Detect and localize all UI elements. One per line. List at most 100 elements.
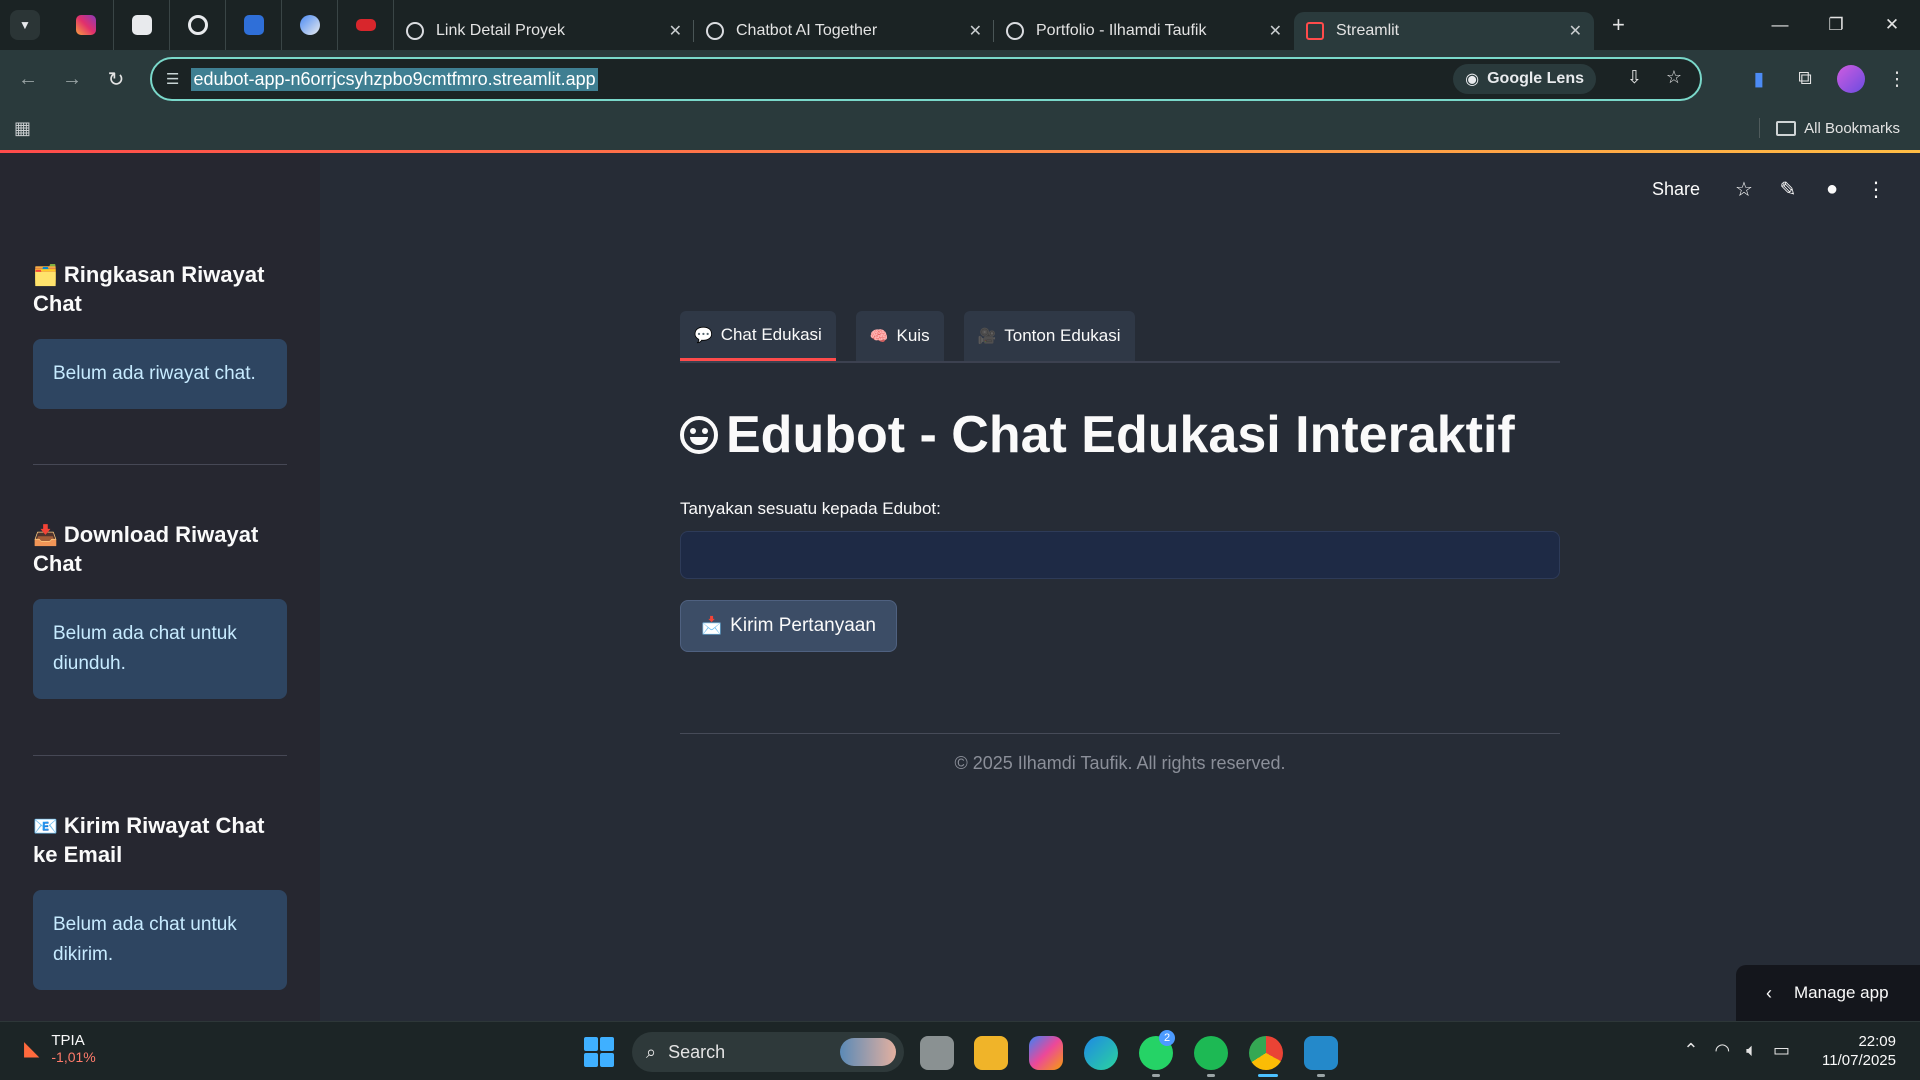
install-app-icon[interactable]: ⇩ (1627, 67, 1642, 88)
clock[interactable]: 22:09 11/07/2025 (1822, 1032, 1896, 1070)
tab-chat-edukasi[interactable]: 💬 Chat Edukasi (680, 311, 836, 361)
running-indicator (1317, 1074, 1325, 1077)
pinned-tab-instagram[interactable] (58, 0, 114, 50)
send-question-button[interactable]: 📩 Kirim Pertanyaan (680, 600, 897, 652)
question-input-label: Tanyakan sesuatu kepada Edubot: (680, 499, 941, 518)
share-button[interactable]: Share (1652, 179, 1700, 200)
edit-icon[interactable]: ✎ (1766, 177, 1810, 202)
email-icon: 📧 (33, 816, 58, 838)
edge-icon[interactable] (1084, 1036, 1118, 1070)
windows-logo-icon (600, 1037, 614, 1051)
video-camera-icon: 🎥 (977, 328, 997, 345)
minimize-icon[interactable]: — (1752, 0, 1808, 50)
bookmarks-bar: ▦ All Bookmarks (0, 108, 1920, 150)
pinned-tab-crown[interactable] (338, 0, 394, 50)
tab-streamlit[interactable]: Streamlit ✕ (1294, 12, 1594, 50)
wifi-icon[interactable]: ◠ (1714, 1040, 1730, 1061)
start-button[interactable] (584, 1037, 614, 1067)
globe-icon (1006, 22, 1024, 40)
notification-badge: 2 (1159, 1030, 1175, 1046)
question-input[interactable] (680, 531, 1560, 579)
back-button[interactable]: ← (6, 59, 50, 99)
forward-button[interactable]: → (50, 59, 94, 99)
manage-app-button[interactable]: ‹ Manage app (1736, 965, 1920, 1021)
close-icon[interactable]: ✕ (669, 21, 682, 41)
stock-change: -1,01% (51, 1049, 96, 1065)
info-alert: Belum ada chat untuk diunduh. (33, 599, 287, 699)
site-info-icon[interactable]: ☰ (166, 70, 179, 88)
github-icon[interactable]: ● (1810, 178, 1854, 201)
tab-kuis[interactable]: 🧠 Kuis (855, 311, 944, 361)
main-content: Share ☆ ✎ ● ⋮ 💬 Chat Edukasi 🧠 Kuis 🎥 To… (320, 153, 1920, 1021)
stock-chart-icon: ◣ (24, 1038, 40, 1060)
close-icon[interactable]: ✕ (969, 21, 982, 41)
arrow-right-icon: → (62, 67, 82, 90)
inbox-icon: 📥 (33, 525, 58, 547)
stock-name: TPIA (51, 1032, 85, 1049)
task-view-icon[interactable] (920, 1036, 954, 1070)
toolbar-right: ▮ ⧉ ⋮ (1736, 50, 1920, 108)
send-question-label: Kirim Pertanyaan (730, 615, 876, 636)
vscode-icon[interactable] (1304, 1036, 1338, 1070)
all-bookmarks-button[interactable]: All Bookmarks (1759, 118, 1900, 138)
tab-title: Link Detail Proyek (436, 22, 565, 39)
taskbar-search[interactable]: ⌕ Search (632, 1032, 904, 1072)
copilot-icon[interactable] (1029, 1036, 1063, 1070)
tab-search-button[interactable]: ▼ (10, 10, 40, 40)
url-text[interactable]: edubot-app-n6orrjcsyhzpbo9cmtfmro.stream… (191, 67, 598, 91)
all-bookmarks-label: All Bookmarks (1804, 119, 1900, 137)
streamlit-icon (1306, 22, 1324, 40)
reload-button[interactable]: ↻ (94, 59, 138, 99)
extension-doc-icon[interactable]: ▮ (1736, 68, 1782, 91)
extensions-icon[interactable]: ⧉ (1782, 68, 1828, 90)
tab-link-detail-proyek[interactable]: Link Detail Proyek ✕ (394, 12, 694, 50)
battery-icon[interactable]: ▭ (1773, 1040, 1790, 1061)
close-icon[interactable]: ✕ (1269, 21, 1282, 41)
more-menu-icon[interactable]: ⋮ (1854, 177, 1898, 202)
chevron-up-icon[interactable]: ⌃ (1683, 1040, 1698, 1061)
chrome-icon[interactable] (1249, 1036, 1283, 1070)
pinned-tabs (58, 0, 394, 50)
address-bar[interactable]: ☰ edubot-app-n6orrjcsyhzpbo9cmtfmro.stre… (150, 57, 1702, 101)
windows-taskbar: ◣ TPIA -1,01% ⌕ Search 2 ⌃ ◠ 🔈︎ ▭ 22:09 … (0, 1021, 1920, 1080)
new-tab-button[interactable]: + (1612, 12, 1625, 38)
file-explorer-icon[interactable] (974, 1036, 1008, 1070)
tab-tonton-edukasi[interactable]: 🎥 Tonton Edukasi (963, 311, 1135, 361)
bookmark-star-icon[interactable]: ☆ (1666, 67, 1682, 88)
apps-grid-icon[interactable]: ▦ (14, 118, 31, 139)
sidebar-divider (33, 755, 287, 756)
running-indicator (1207, 1074, 1215, 1077)
close-icon[interactable]: ✕ (1569, 21, 1582, 41)
close-window-icon[interactable]: ✕ (1864, 0, 1920, 50)
tab-portfolio[interactable]: Portfolio - Ilhamdi Taufik ✕ (994, 12, 1294, 50)
tab-label: Kuis (896, 326, 930, 345)
browser-toolbar: ← → ↻ ☰ edubot-app-n6orrjcsyhzpbo9cmtfmr… (0, 50, 1920, 108)
google-lens-label: Google Lens (1487, 70, 1584, 87)
stock-widget[interactable]: ◣ TPIA -1,01% (24, 1032, 96, 1065)
star-icon[interactable]: ☆ (1722, 177, 1766, 202)
folder-icon: 🗂️ (33, 265, 58, 287)
volume-icon[interactable]: 🔈︎ (1746, 1040, 1757, 1061)
pinned-tab-ai[interactable] (282, 0, 338, 50)
pinned-tab-github[interactable] (170, 0, 226, 50)
avatar[interactable] (1837, 65, 1865, 93)
manage-app-label: Manage app (1794, 983, 1889, 1002)
tab-chatbot-ai-together[interactable]: Chatbot AI Together ✕ (694, 12, 994, 50)
arrow-left-icon: ← (18, 67, 38, 90)
brain-icon: 🧠 (869, 328, 889, 345)
pinned-tab-doc[interactable] (226, 0, 282, 50)
menu-icon[interactable]: ⋮ (1874, 68, 1920, 91)
footer-divider (680, 733, 1560, 734)
pinned-tab-app[interactable] (114, 0, 170, 50)
sidebar-section-email: 📧 Kirim Riwayat Chat ke Email Belum ada c… (33, 812, 287, 990)
tab-title: Streamlit (1336, 22, 1400, 39)
sidebar-section-history-summary: 🗂️ Ringkasan Riwayat Chat Belum ada riway… (33, 261, 287, 409)
sidebar-heading: 📥 Download Riwayat Chat (33, 521, 287, 577)
github-icon (187, 15, 208, 35)
restore-icon[interactable]: ❐ (1808, 0, 1864, 50)
info-alert: Belum ada riwayat chat. (33, 339, 287, 409)
spotify-icon[interactable] (1194, 1036, 1228, 1070)
google-lens-button[interactable]: ◉ Google Lens (1453, 64, 1596, 94)
app-icon (131, 15, 152, 35)
info-alert: Belum ada chat untuk dikirim. (33, 890, 287, 990)
